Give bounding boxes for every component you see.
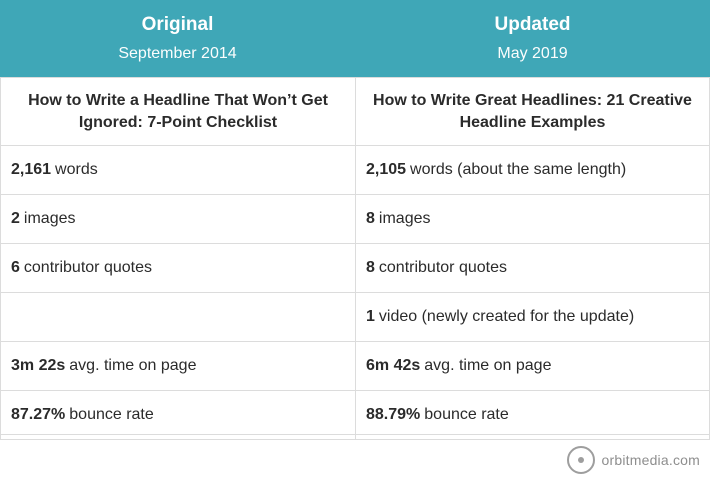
value-text: contributor quotes	[378, 259, 507, 276]
comparison-table: Original September 2014 Updated May 2019…	[0, 0, 710, 440]
value-bold: 8	[366, 210, 375, 227]
table-cell	[0, 293, 355, 341]
table-cell: 2 images	[0, 195, 355, 243]
table-row: 3m 22s avg. time on page 6m 42s avg. time …	[0, 341, 710, 390]
header-original-title: Original	[141, 13, 214, 35]
value-bold: 8	[366, 259, 375, 276]
table-cell: 88.79% bounce rate	[355, 391, 710, 439]
table-row: 6 contributor quotes 8 contributor quotes	[0, 243, 710, 292]
table-row: 87.27% bounce rate 88.79% bounce rate	[0, 390, 710, 440]
header-updated-date: May 2019	[497, 44, 568, 62]
table-cell: 6 contributor quotes	[0, 244, 355, 292]
value-bold: 2,105	[366, 161, 407, 178]
value-bold: 3m 22s	[11, 357, 66, 374]
header-original-date: September 2014	[118, 44, 237, 62]
table-cell: 2,161 words	[0, 146, 355, 194]
table-cell: 2,105 words (about the same length)	[355, 146, 710, 194]
value-text: avg. time on page	[69, 357, 197, 374]
value-text: words	[55, 161, 98, 178]
header-updated: Updated May 2019	[355, 0, 710, 77]
table-cell: 6m 42s avg. time on page	[355, 342, 710, 390]
table-cell: 8 contributor quotes	[355, 244, 710, 292]
headline-updated: How to Write Great Headlines: 21 Creativ…	[355, 78, 710, 145]
value-bold: 1	[366, 308, 375, 325]
header-updated-title: Updated	[494, 13, 571, 35]
table-row: 1 video (newly created for the update)	[0, 292, 710, 341]
value-text: avg. time on page	[424, 357, 552, 374]
table-cell: 3m 22s avg. time on page	[0, 342, 355, 390]
value-bold: 87.27%	[11, 406, 66, 423]
table-bottom-border	[0, 434, 710, 435]
value-text: images	[378, 210, 431, 227]
value-text: words (about the same length)	[410, 161, 627, 178]
value-bold: 6m 42s	[366, 357, 421, 374]
table-row: 2 images 8 images	[0, 194, 710, 243]
value-text: contributor quotes	[23, 259, 152, 276]
header-original: Original September 2014	[0, 0, 355, 77]
orbitmedia-logo: orbitmedia.com	[567, 446, 700, 474]
logo-text: orbitmedia.com	[601, 452, 700, 468]
value-bold: 2,161	[11, 161, 52, 178]
value-bold: 2	[11, 210, 20, 227]
table-cell: 87.27% bounce rate	[0, 391, 355, 439]
headline-original: How to Write a Headline That Won’t Get I…	[0, 78, 355, 145]
value-text: video (newly created for the update)	[378, 308, 635, 325]
orbit-logo-icon	[567, 446, 596, 474]
table-cell: 1 video (newly created for the update)	[355, 293, 710, 341]
value-text: bounce rate	[69, 406, 154, 423]
value-bold: 88.79%	[366, 406, 421, 423]
value-text: images	[23, 210, 76, 227]
table-cell: 8 images	[355, 195, 710, 243]
table-header: Original September 2014 Updated May 2019	[0, 0, 710, 77]
value-bold: 6	[11, 259, 20, 276]
table-row: 2,161 words 2,105 words (about the same le…	[0, 145, 710, 194]
headline-row: How to Write a Headline That Won’t Get I…	[0, 77, 710, 145]
value-text: bounce rate	[424, 406, 509, 423]
